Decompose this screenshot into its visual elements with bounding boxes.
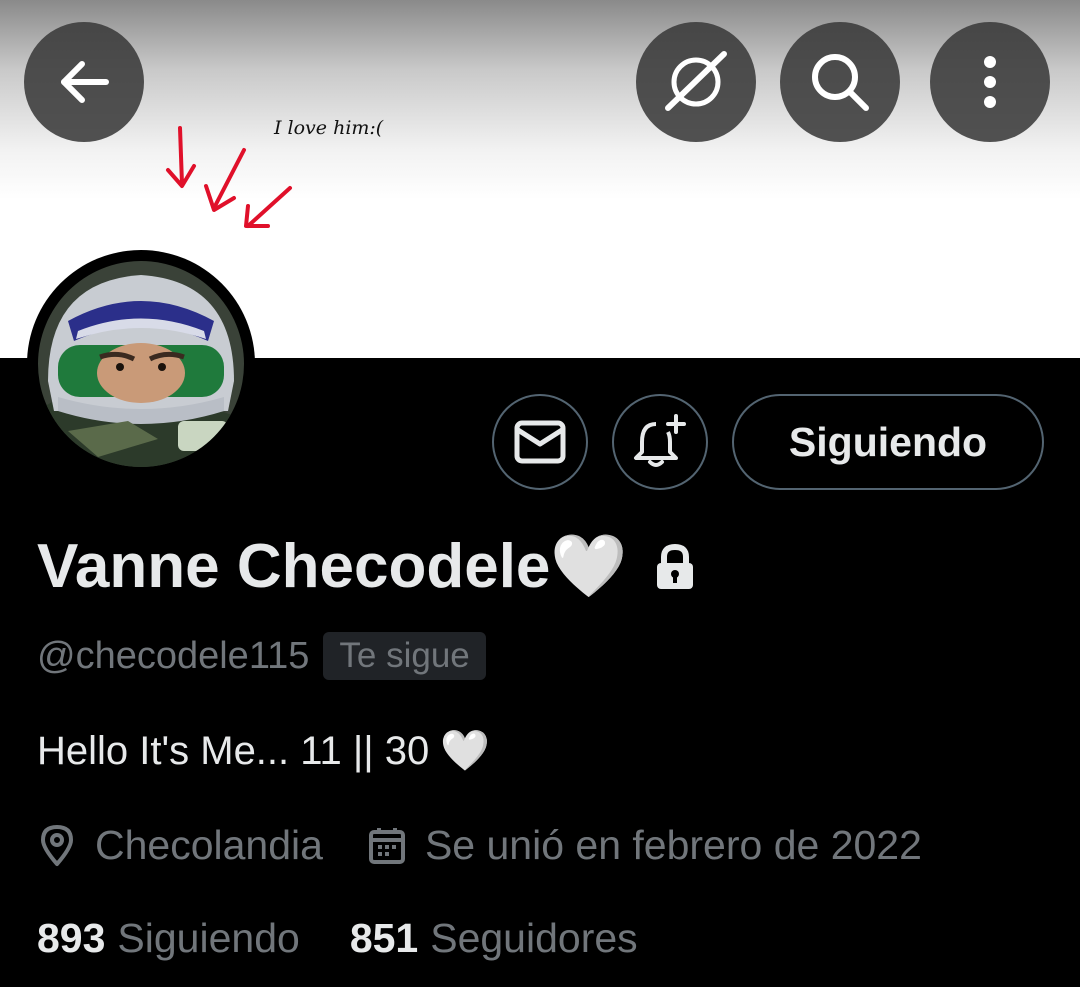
joined-info: Se unió en febrero de 2022: [367, 822, 922, 869]
banner-handwritten-note: I love him:(: [274, 117, 384, 139]
notifications-button[interactable]: [612, 394, 708, 490]
following-count: 893: [37, 915, 106, 961]
search-icon: [812, 54, 869, 111]
followers-count: 851: [349, 915, 419, 961]
avatar-image: [38, 261, 244, 467]
grok-button[interactable]: [636, 22, 756, 142]
search-button[interactable]: [780, 22, 900, 142]
back-arrow-icon: [61, 61, 109, 103]
profile-bio: Hello It's Me... 11 || 30 🤍: [37, 729, 491, 773]
location-pin-icon: [41, 824, 73, 866]
grok-icon: [665, 51, 727, 111]
mail-icon: [514, 420, 566, 464]
more-options-button[interactable]: [930, 22, 1050, 142]
lock-icon: [656, 543, 693, 589]
avatar[interactable]: [27, 250, 255, 478]
joined-date-text: Se unió en febrero de 2022: [424, 822, 922, 868]
following-stat[interactable]: 893 Siguiendo: [37, 915, 300, 962]
message-button[interactable]: [492, 394, 588, 490]
followers-label: Seguidores: [430, 915, 638, 961]
calendar-icon: [368, 827, 405, 864]
display-name: Vanne Checodele🤍: [37, 532, 628, 601]
followers-stat[interactable]: 851 Seguidores: [350, 915, 638, 962]
following-label: Siguiendo: [117, 915, 300, 961]
location-text: Checolandia: [95, 822, 323, 868]
bell-plus-icon: [634, 414, 686, 467]
location-info: Checolandia: [37, 822, 323, 869]
following-button[interactable]: Siguiendo: [732, 394, 1044, 490]
follows-you-badge: Te sigue: [323, 632, 486, 680]
more-vertical-icon: [984, 56, 996, 108]
username-handle: @checodele115: [37, 634, 310, 677]
back-button[interactable]: [24, 22, 144, 142]
